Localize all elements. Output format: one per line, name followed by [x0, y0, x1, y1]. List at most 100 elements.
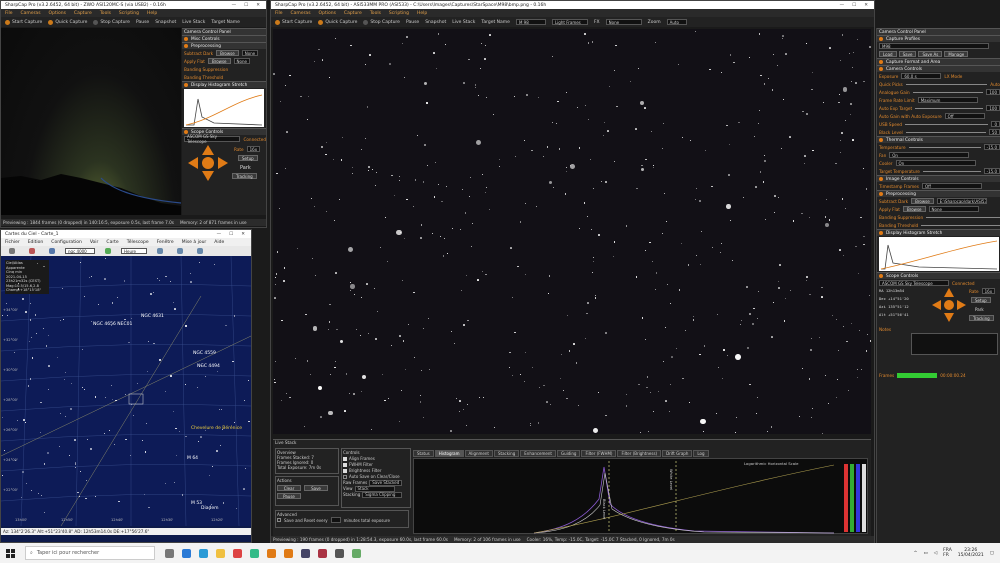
quick-capture-button[interactable]: Quick Capture: [318, 19, 357, 25]
snapshot-button[interactable]: Snapshot: [155, 20, 176, 25]
menu-options[interactable]: Options: [49, 11, 66, 16]
menu-capture[interactable]: Capture: [344, 11, 362, 16]
clear-button[interactable]: Clear: [277, 485, 301, 491]
pause-button[interactable]: Pause: [136, 20, 149, 25]
pause-stack-button[interactable]: Pause: [277, 493, 301, 499]
preprocessing-header[interactable]: Preprocessing: [877, 190, 1000, 197]
ie-icon[interactable]: [199, 548, 208, 558]
tab-log[interactable]: Log: [693, 450, 709, 457]
save-button[interactable]: Save: [898, 51, 917, 57]
menu-fichier[interactable]: Fichier: [5, 240, 20, 245]
zoom-select[interactable]: Auto: [666, 19, 687, 25]
menu-file[interactable]: File: [275, 11, 283, 16]
minimize-icon[interactable]: —: [840, 3, 845, 8]
fx-select[interactable]: None: [605, 19, 642, 25]
taskbar-search-input[interactable]: ⌕ Taper ici pour rechercher: [25, 546, 155, 560]
auto-exp-slider[interactable]: [915, 107, 984, 109]
usb-input[interactable]: 0: [991, 121, 1000, 127]
auto-exp-input[interactable]: 100: [986, 105, 1000, 111]
gain-slider[interactable]: [912, 91, 984, 93]
sky-chart[interactable]: Ciel/Atlas Apparente Cinq min 2021-04-15…: [1, 256, 251, 526]
banding-threshold-slider[interactable]: [921, 224, 1000, 226]
menu-help[interactable]: Help: [147, 11, 157, 16]
menu-carte[interactable]: Carte: [106, 240, 118, 245]
menu-cameras[interactable]: Cameras: [291, 11, 311, 16]
tab-filter-fwhm[interactable]: Filter (FWHM): [581, 450, 617, 457]
minimize-icon[interactable]: —: [217, 232, 222, 237]
menu-edition[interactable]: Edition: [28, 240, 44, 245]
setup-button[interactable]: Setup: [971, 297, 991, 303]
capture-image[interactable]: [273, 29, 871, 434]
language-indicator[interactable]: FRA FR: [943, 548, 952, 558]
scope-select[interactable]: ASCOM GS Sky Telescope: [184, 134, 241, 144]
cooler-select[interactable]: On: [895, 160, 976, 166]
exposure-input[interactable]: 60.0 s: [901, 73, 942, 79]
pause-button[interactable]: Pause: [406, 20, 419, 25]
target-name-input[interactable]: M 98: [515, 19, 546, 25]
object-label[interactable]: M 64: [187, 456, 198, 461]
menu-capture[interactable]: Capture: [74, 11, 92, 16]
save-as-button[interactable]: Save As: [918, 51, 943, 57]
live-stack-button[interactable]: Live Stack: [182, 20, 205, 25]
menu-configuration[interactable]: Configuration: [51, 240, 82, 245]
menu-tools[interactable]: Tools: [370, 11, 381, 16]
misc-controls-header[interactable]: Misc Controls: [182, 35, 266, 42]
menu-options[interactable]: Options: [319, 11, 336, 16]
zoom-icon[interactable]: [49, 248, 55, 254]
telescope-icon[interactable]: [157, 248, 163, 254]
rate-select[interactable]: 16x: [981, 288, 996, 294]
menu-help[interactable]: Help: [417, 11, 427, 16]
manage-button[interactable]: Manage: [944, 51, 969, 57]
object-label[interactable]: NGC 4631: [141, 314, 164, 319]
open-icon[interactable]: [9, 248, 15, 254]
fwhm-checkbox[interactable]: [343, 463, 347, 467]
menu-voir[interactable]: Voir: [90, 240, 99, 245]
align-checkbox[interactable]: [343, 457, 347, 461]
dark-select[interactable]: E:\Sharpcap\dark\ASI533MM_PRO...: [936, 198, 987, 204]
maximize-icon[interactable]: ☐: [229, 232, 233, 237]
clock[interactable]: 23:26 15/04/2021: [958, 548, 984, 558]
gain-input[interactable]: 100: [986, 89, 1000, 95]
connected-checkbox[interactable]: Connected: [243, 137, 266, 142]
print-icon[interactable]: [29, 248, 35, 254]
tab-status[interactable]: Status: [413, 450, 434, 457]
setup-button[interactable]: Setup: [238, 155, 258, 161]
menu-aide[interactable]: Aide: [214, 240, 224, 245]
start-capture-button[interactable]: Start Capture: [275, 19, 312, 25]
tab-drift-graph[interactable]: Drift Graph: [662, 450, 693, 457]
snapshot-button[interactable]: Snapshot: [425, 20, 446, 25]
tab-filter-brightness[interactable]: Filter (Brightness): [617, 450, 662, 457]
start-capture-button[interactable]: Start Capture: [5, 19, 42, 25]
lx-mode-checkbox[interactable]: LX Mode: [944, 74, 962, 79]
grid-icon[interactable]: [197, 248, 203, 254]
app-icon[interactable]: [233, 548, 242, 558]
task-view-icon[interactable]: [165, 548, 174, 558]
minimize-icon[interactable]: —: [232, 3, 237, 8]
menu-fenetre[interactable]: Fenêtre: [157, 240, 174, 245]
sharpcap-icon[interactable]: [284, 548, 293, 558]
explorer-icon[interactable]: [216, 548, 225, 558]
auto-checkbox[interactable]: Auto: [990, 82, 1000, 87]
volume-icon[interactable]: ◁: [934, 551, 937, 556]
camera-controls-header[interactable]: Camera Controls: [877, 65, 1000, 72]
load-button[interactable]: Load: [879, 51, 897, 57]
tab-guiding[interactable]: Guiding: [556, 450, 581, 457]
log-scale-checkbox[interactable]: Logarithmic Horizontal Scale: [744, 461, 798, 466]
tracking-button[interactable]: Tracking: [969, 315, 994, 321]
notification-icon[interactable]: ▢: [990, 551, 994, 556]
app-icon[interactable]: [335, 548, 344, 558]
scope-select[interactable]: ASCOM GS Sky Telescope: [879, 280, 949, 286]
menu-cameras[interactable]: Cameras: [21, 11, 41, 16]
menu-tools[interactable]: Tools: [100, 11, 111, 16]
stop-capture-button[interactable]: Stop Capture: [93, 19, 130, 25]
menu-scripting[interactable]: Scripting: [389, 11, 409, 16]
auto-gain-select[interactable]: Off: [944, 113, 985, 119]
black-level-slider[interactable]: [905, 131, 986, 133]
tracking-button[interactable]: Tracking: [232, 173, 257, 179]
quick-capture-button[interactable]: Quick Capture: [48, 19, 87, 25]
frame-rate-select[interactable]: Maximum: [917, 97, 978, 103]
browse-flat-button[interactable]: Browse: [207, 58, 231, 64]
menu-telescope[interactable]: Télescope: [127, 240, 149, 245]
find-icon[interactable]: [105, 248, 111, 254]
banding-suppression-slider[interactable]: [926, 216, 1000, 218]
